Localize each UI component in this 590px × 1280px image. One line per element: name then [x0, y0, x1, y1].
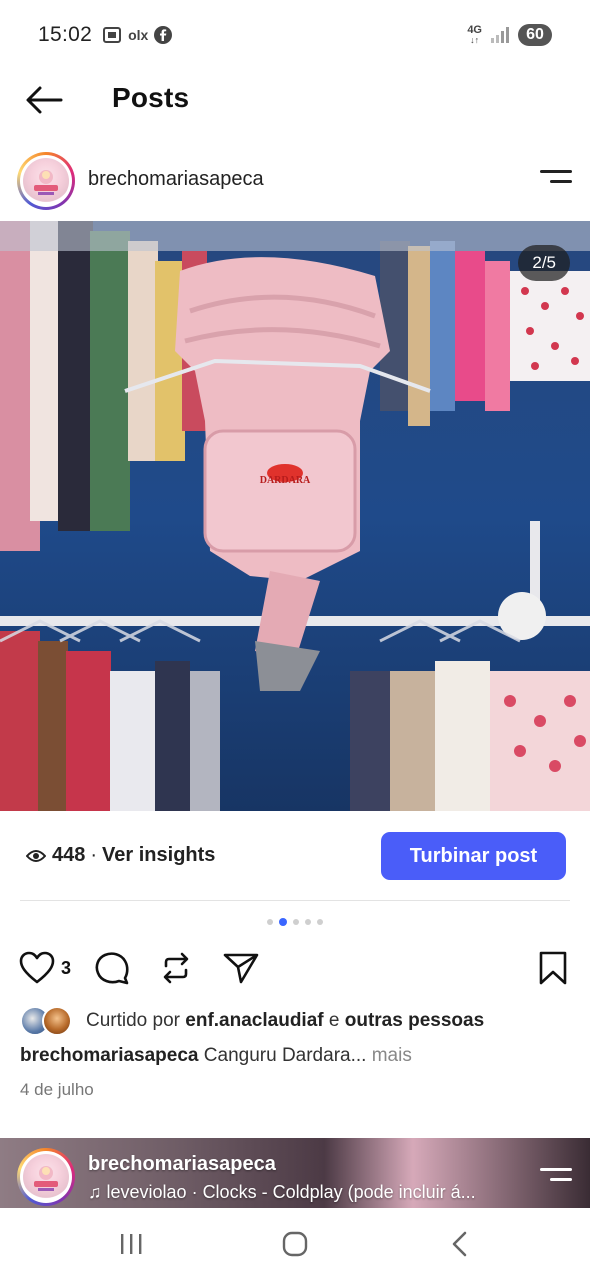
facebook-icon — [154, 26, 173, 44]
battery-indicator: 60 — [518, 24, 552, 46]
post-caption[interactable]: brechomariasapeca Canguru Dardara... mai… — [20, 1045, 412, 1067]
arrow-left-icon — [26, 86, 63, 114]
post-username[interactable]: brechomariasapeca — [88, 168, 264, 191]
recent-apps-button[interactable] — [111, 1228, 151, 1260]
view-insights-link[interactable]: 448 · Ver insights — [26, 844, 215, 867]
eye-icon — [26, 849, 46, 862]
heart-icon — [19, 951, 55, 984]
status-bar: 15:02 olx 4G ↓↑ 60 — [0, 0, 590, 70]
avatar[interactable] — [17, 152, 75, 210]
notification-icons: olx — [102, 26, 173, 44]
page-title: Posts — [112, 82, 190, 113]
separator: · — [90, 844, 98, 866]
top-bar: Posts — [0, 70, 590, 130]
brand-logo-image — [23, 1154, 69, 1200]
send-icon — [223, 953, 259, 984]
post-header: brechomariasapeca — [0, 148, 590, 214]
save-button[interactable] — [534, 949, 572, 987]
post-menu-button[interactable] — [540, 170, 572, 194]
carousel-dot — [293, 919, 299, 925]
like-count[interactable]: 3 — [61, 958, 71, 979]
insights-row: 448 · Ver insights Turbinar post — [0, 832, 590, 880]
back-button[interactable] — [22, 82, 66, 118]
screenshot-icon — [103, 27, 122, 43]
liked-by-others[interactable]: outras pessoas — [345, 1010, 484, 1032]
network-indicator: 4G ↓↑ — [467, 24, 482, 46]
liker-avatars — [20, 1005, 78, 1037]
carousel-dot — [317, 919, 323, 925]
post-date: 4 de julho — [20, 1080, 94, 1099]
chevron-left-icon — [452, 1231, 467, 1257]
home-button[interactable] — [275, 1228, 315, 1260]
brand-label: DARDARA — [260, 475, 311, 486]
olx-icon: olx — [128, 27, 149, 43]
bookmark-icon — [539, 951, 567, 985]
next-post-music[interactable]: ♫ leveviolao · Clocks - Coldplay (pode i… — [88, 1182, 476, 1203]
share-button[interactable] — [222, 949, 260, 987]
brand-logo-image — [23, 158, 69, 204]
repost-icon — [163, 952, 189, 984]
status-time: 15:02 — [38, 23, 93, 46]
signal-icon — [491, 27, 509, 43]
insights-label: Ver insights — [102, 844, 216, 866]
caption-username[interactable]: brechomariasapeca — [20, 1045, 199, 1066]
liked-by-row[interactable]: Curtido por enf.anaclaudiaf e outras pes… — [20, 1004, 484, 1038]
carousel-dot — [305, 919, 311, 925]
home-icon — [282, 1231, 308, 1257]
liked-by-prefix: Curtido por — [86, 1010, 180, 1031]
system-back-button[interactable] — [440, 1228, 480, 1260]
carousel-dot — [267, 919, 273, 925]
music-label: leveviolao · Clocks - Coldplay (pode inc… — [106, 1182, 476, 1202]
comment-button[interactable] — [93, 949, 131, 987]
avatar — [42, 1006, 72, 1036]
liked-by-user[interactable]: enf.anaclaudiaf — [185, 1010, 323, 1032]
avatar[interactable] — [17, 1148, 75, 1206]
caption-text: Canguru Dardara... — [203, 1045, 367, 1066]
music-note-icon: ♫ — [88, 1182, 102, 1202]
post-actions: 3 — [0, 945, 590, 989]
liked-by-conj: e — [328, 1010, 340, 1031]
comment-icon — [95, 952, 129, 985]
next-post-menu-button[interactable] — [540, 1168, 572, 1192]
divider — [20, 900, 570, 901]
next-post-preview[interactable]: brechomariasapeca ♫ leveviolao · Clocks … — [0, 1138, 590, 1208]
view-count: 448 — [52, 844, 86, 866]
repost-button[interactable] — [157, 949, 195, 987]
recent-apps-icon — [121, 1234, 142, 1254]
post-image[interactable]: DARDARA 2/5 — [0, 221, 590, 811]
like-button[interactable] — [18, 949, 56, 987]
carousel-dots — [0, 918, 590, 926]
boost-post-button[interactable]: Turbinar post — [381, 832, 566, 880]
image-counter-badge: 2/5 — [518, 245, 570, 281]
system-nav-bar — [0, 1208, 590, 1280]
carousel-dot-active — [279, 918, 287, 926]
caption-more-link[interactable]: mais — [372, 1045, 412, 1066]
baby-carrier-photo: DARDARA — [0, 221, 590, 811]
next-post-username[interactable]: brechomariasapeca — [88, 1153, 276, 1176]
